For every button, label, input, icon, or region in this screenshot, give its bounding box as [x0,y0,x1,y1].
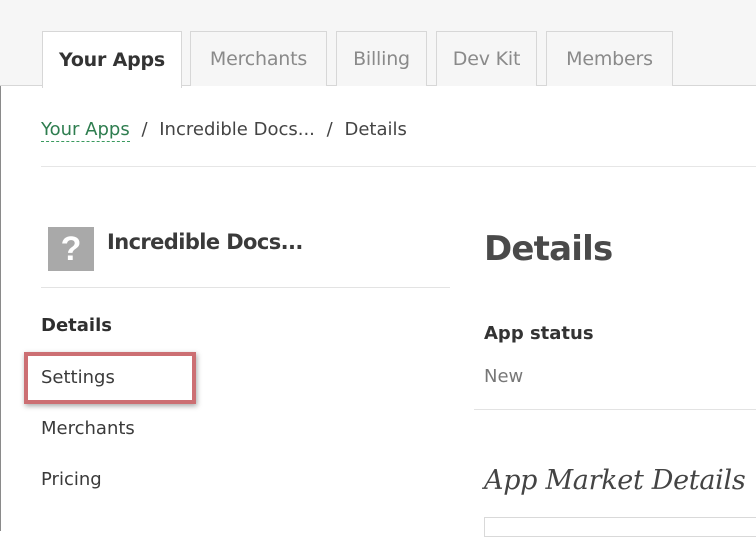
tab-dev-kit[interactable]: Dev Kit [436,31,537,86]
sidenav-item-settings[interactable]: Settings [41,367,115,388]
breadcrumb-separator: / [141,119,148,140]
app-market-details-heading: App Market Details [484,465,746,496]
page-title: Details [484,229,613,269]
app-status-label: App status [484,323,594,344]
tab-merchants[interactable]: Merchants [190,31,327,86]
top-tab-bar: Your Apps Merchants Billing Dev Kit Memb… [0,0,756,88]
breadcrumb-link-your-apps[interactable]: Your Apps [41,119,130,142]
divider [41,287,450,288]
divider [474,409,756,410]
app-placeholder-icon: ? [48,227,94,271]
breadcrumb-current-page: Details [344,119,407,140]
app-name: Incredible Docs... [107,230,303,254]
breadcrumb-separator: / [326,119,333,140]
tab-your-apps[interactable]: Your Apps [42,31,182,88]
tab-billing[interactable]: Billing [336,31,427,86]
breadcrumb: Your Apps / Incredible Docs... / Details [41,119,407,142]
app-status-value: New [484,366,524,387]
app-market-details-panel [484,517,756,537]
breadcrumb-app-name: Incredible Docs... [159,119,315,140]
sidenav-item-pricing[interactable]: Pricing [41,469,102,490]
tab-members[interactable]: Members [546,31,673,86]
sidenav-item-details[interactable]: Details [41,315,112,336]
sidenav-item-merchants[interactable]: Merchants [41,418,135,439]
divider [41,166,756,167]
